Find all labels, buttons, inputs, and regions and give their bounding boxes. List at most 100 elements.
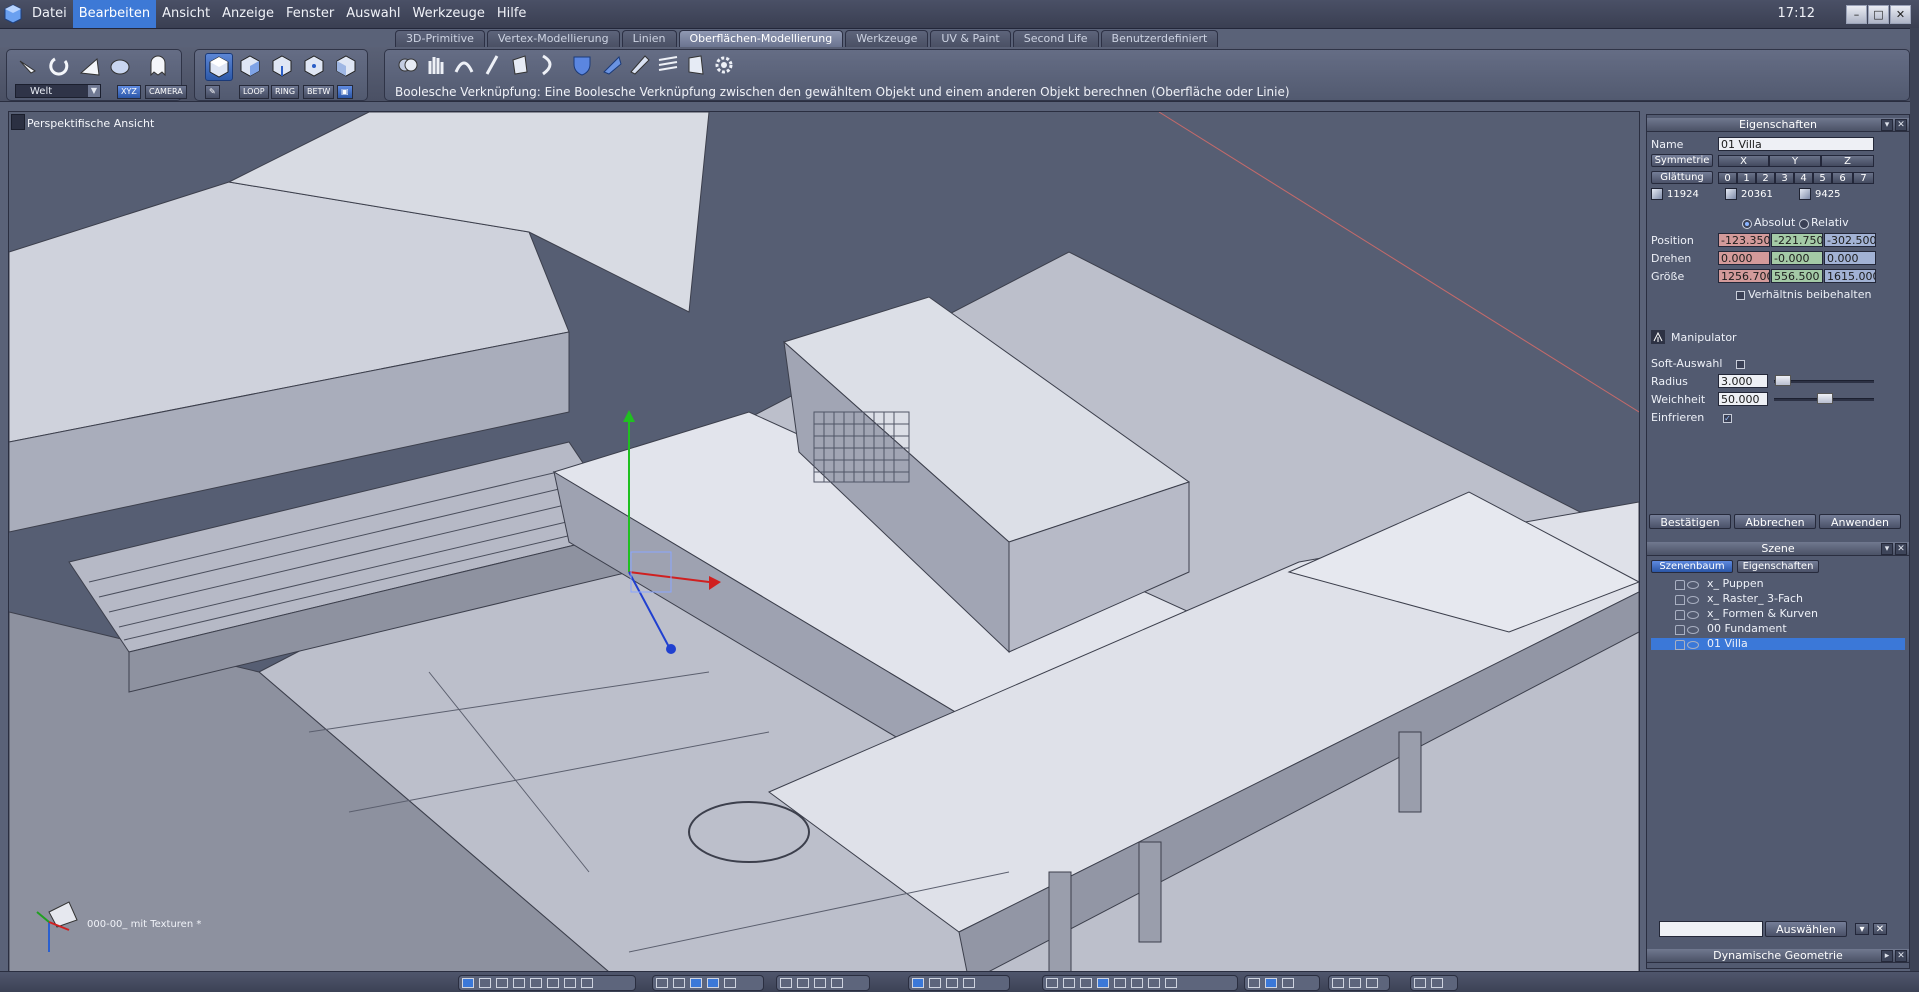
mesh-select-cube-icon[interactable] bbox=[333, 53, 359, 79]
gear-alt-icon[interactable] bbox=[1431, 978, 1443, 988]
tree-item[interactable]: 00 Fundament bbox=[1651, 623, 1905, 635]
rotate-tool-icon[interactable] bbox=[47, 53, 73, 79]
tab-second-life[interactable]: Second Life bbox=[1012, 30, 1099, 47]
shaded-icon[interactable] bbox=[690, 978, 702, 988]
eye-icon[interactable] bbox=[1687, 626, 1699, 634]
pen-icon[interactable] bbox=[673, 978, 685, 988]
expand-icon[interactable]: ▸ bbox=[1881, 950, 1893, 962]
sphere-tool-icon[interactable] bbox=[107, 53, 133, 79]
select-arrow-icon[interactable] bbox=[15, 53, 41, 79]
deform-tool-icon[interactable] bbox=[451, 52, 477, 78]
position-y-field[interactable]: -221.750 bbox=[1771, 233, 1823, 247]
radius-slider-thumb[interactable] bbox=[1775, 375, 1791, 386]
bevel-tool-icon[interactable] bbox=[683, 52, 709, 78]
layout-four-icon[interactable] bbox=[513, 978, 525, 988]
smoothing-level-0[interactable]: 0 bbox=[1718, 172, 1737, 184]
grid-icon[interactable] bbox=[656, 978, 668, 988]
glaettung-button[interactable]: Glättung bbox=[1651, 171, 1713, 184]
menu-ansicht[interactable]: Ansicht bbox=[156, 0, 216, 28]
layout-col-icon[interactable] bbox=[547, 978, 559, 988]
menu-fenster[interactable]: Fenster bbox=[280, 0, 340, 28]
tab-vertex-modellierung[interactable]: Vertex-Modellierung bbox=[486, 30, 620, 47]
smoothing-level-7[interactable]: 7 bbox=[1853, 172, 1874, 184]
cube-icon[interactable] bbox=[1332, 978, 1344, 988]
sphere-white-icon[interactable] bbox=[1148, 978, 1160, 988]
texture-icon[interactable] bbox=[707, 978, 719, 988]
rotation-y-field[interactable]: -0.000 bbox=[1771, 251, 1823, 265]
anwenden-button[interactable]: Anwenden bbox=[1819, 514, 1901, 529]
snap-grid-icon[interactable] bbox=[780, 978, 792, 988]
globe-wire-icon[interactable] bbox=[1063, 978, 1075, 988]
extrude-tool-icon[interactable] bbox=[507, 52, 533, 78]
snap-point-icon[interactable] bbox=[797, 978, 809, 988]
size-x-field[interactable]: 1256.700 bbox=[1718, 269, 1770, 283]
select-options-toggle[interactable]: ▣ bbox=[337, 85, 353, 99]
cube-stack-icon[interactable] bbox=[1349, 978, 1361, 988]
pan-icon[interactable] bbox=[946, 978, 958, 988]
scale-tool-icon[interactable] bbox=[77, 53, 103, 79]
cut-tool-icon[interactable] bbox=[599, 52, 625, 78]
einfrieren-checkbox[interactable]: ✓ bbox=[1723, 414, 1732, 423]
cube-add-icon[interactable] bbox=[1366, 978, 1378, 988]
tab-oberflaechen-modellierung[interactable]: Oberflächen-Modellierung bbox=[678, 30, 844, 47]
ghost-tool-icon[interactable] bbox=[145, 53, 171, 79]
xyz-toggle[interactable]: XYZ bbox=[117, 85, 141, 99]
edge-select-cube-icon[interactable] bbox=[269, 53, 295, 79]
layout-split-icon[interactable] bbox=[479, 978, 491, 988]
lock-icon[interactable] bbox=[1675, 640, 1685, 650]
maximize-button[interactable]: □ bbox=[1868, 5, 1889, 24]
tree-item-selected[interactable]: 01 Villa bbox=[1651, 638, 1905, 650]
weichheit-slider-thumb[interactable] bbox=[1817, 393, 1833, 404]
collapse-icon[interactable]: ▾ bbox=[1881, 543, 1893, 555]
layout-single-icon[interactable] bbox=[462, 978, 474, 988]
smoothing-level-3[interactable]: 3 bbox=[1775, 172, 1794, 184]
size-y-field[interactable]: 556.500 bbox=[1771, 269, 1823, 283]
bend-tool-icon[interactable] bbox=[535, 52, 561, 78]
smoothing-level-5[interactable]: 5 bbox=[1813, 172, 1832, 184]
menu-auswahl[interactable]: Auswahl bbox=[340, 0, 406, 28]
ring-select-button[interactable]: RING bbox=[271, 85, 300, 99]
menu-hilfe[interactable]: Hilfe bbox=[491, 0, 533, 28]
close-panel-icon[interactable]: ✕ bbox=[1895, 543, 1907, 555]
tree-item[interactable]: x_ Puppen bbox=[1651, 578, 1905, 590]
shield-tool-icon[interactable] bbox=[569, 52, 595, 78]
boolean-tool-icon[interactable] bbox=[395, 52, 421, 78]
absolut-radio[interactable] bbox=[1742, 219, 1752, 229]
sphere-flat-icon[interactable] bbox=[1080, 978, 1092, 988]
scene-search-input[interactable] bbox=[1659, 921, 1763, 937]
layout-three-icon[interactable] bbox=[496, 978, 508, 988]
smoothing-level-2[interactable]: 2 bbox=[1756, 172, 1775, 184]
paint-select-toggle[interactable]: ✎ bbox=[205, 85, 220, 99]
tab-uv-paint[interactable]: UV & Paint bbox=[930, 30, 1011, 47]
menu-werkzeuge[interactable]: Werkzeuge bbox=[407, 0, 491, 28]
navigate-arrow-icon[interactable] bbox=[912, 978, 924, 988]
lock-icon[interactable] bbox=[1675, 595, 1685, 605]
tab-benutzerdefiniert[interactable]: Benutzerdefiniert bbox=[1100, 30, 1219, 47]
smoothing-level-6[interactable]: 6 bbox=[1832, 172, 1853, 184]
tab-linien[interactable]: Linien bbox=[621, 30, 677, 47]
snap-face-icon[interactable] bbox=[831, 978, 843, 988]
settings-gear-icon[interactable] bbox=[711, 52, 737, 78]
lock-icon[interactable] bbox=[1675, 610, 1685, 620]
layout-tall-icon[interactable] bbox=[581, 978, 593, 988]
auswaehlen-button[interactable]: Auswählen bbox=[1765, 921, 1847, 937]
dropdown-chevron-icon[interactable]: ▾ bbox=[1855, 923, 1869, 935]
menu-bearbeiten[interactable]: Bearbeiten bbox=[72, 0, 157, 28]
smoothing-level-4[interactable]: 4 bbox=[1794, 172, 1813, 184]
dynamic-geometry-header[interactable]: Dynamische Geometrie ▸ ✕ bbox=[1647, 949, 1909, 963]
name-field[interactable]: 01 Villa bbox=[1718, 137, 1874, 151]
tab-werkzeuge[interactable]: Werkzeuge bbox=[845, 30, 929, 47]
camera-toggle[interactable]: CAMERA bbox=[145, 85, 187, 99]
sphere-dark-icon[interactable] bbox=[1131, 978, 1143, 988]
wire-icon[interactable] bbox=[724, 978, 736, 988]
tree-item[interactable]: x_ Raster_ 3-Fach bbox=[1651, 593, 1905, 605]
camera-persp-icon[interactable] bbox=[1265, 978, 1277, 988]
rotation-z-field[interactable]: 0.000 bbox=[1824, 251, 1876, 265]
object-select-cube-icon[interactable] bbox=[205, 53, 233, 81]
eye-icon[interactable] bbox=[1687, 641, 1699, 649]
vertex-select-cube-icon[interactable] bbox=[301, 53, 327, 79]
verhaeltnis-checkbox[interactable] bbox=[1736, 291, 1745, 300]
layout-row-icon[interactable] bbox=[530, 978, 542, 988]
face-select-cube-icon[interactable] bbox=[237, 53, 263, 79]
scene-render[interactable] bbox=[9, 112, 1639, 972]
